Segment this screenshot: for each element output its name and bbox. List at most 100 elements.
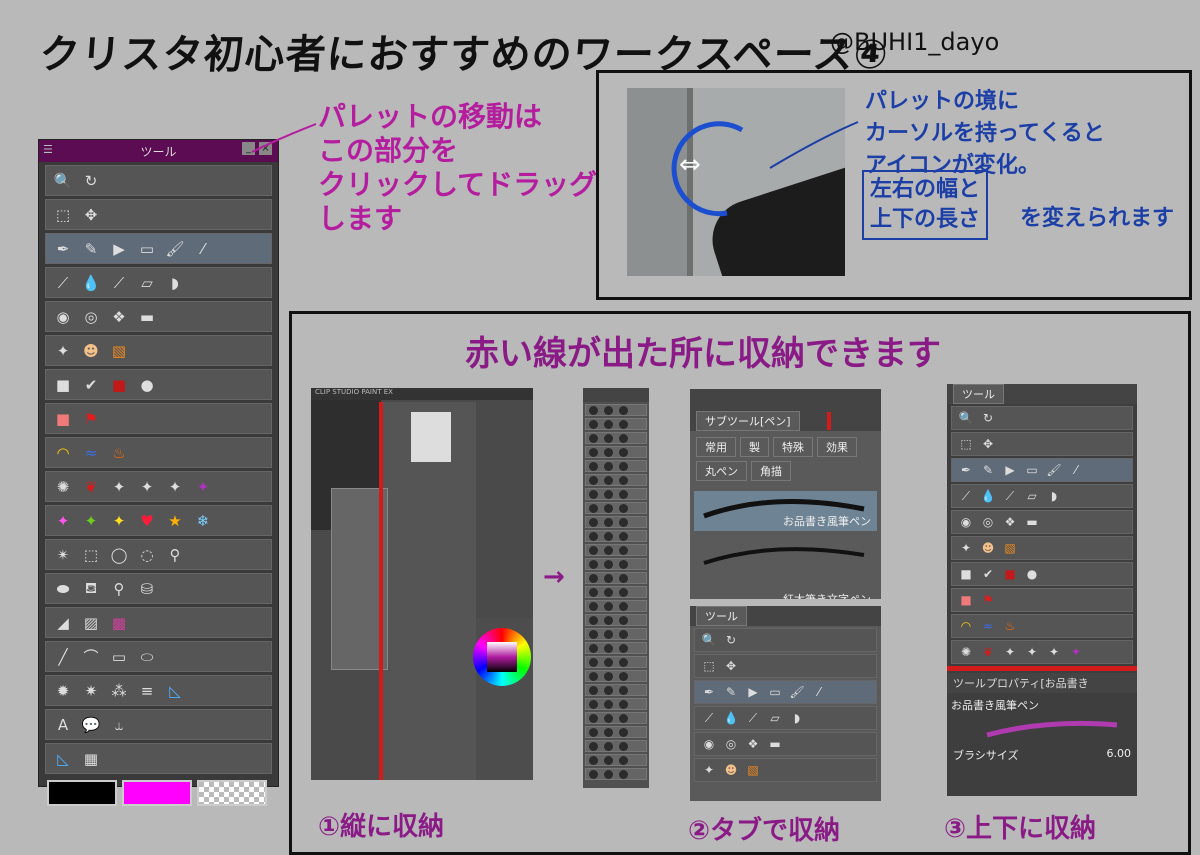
- dial-icon[interactable]: [619, 685, 628, 695]
- dial-icon[interactable]: [604, 447, 613, 457]
- dial-icon[interactable]: [589, 573, 598, 583]
- dial-icon[interactable]: [619, 447, 628, 457]
- fire-icon[interactable]: ♨: [1002, 618, 1018, 634]
- red-leaf-icon[interactable]: ❦: [980, 644, 996, 660]
- operation-icon[interactable]: ⬚: [958, 436, 974, 452]
- dial-icon[interactable]: [619, 517, 628, 527]
- rainbow-icon[interactable]: ◠: [52, 442, 74, 464]
- chip[interactable]: 効果: [817, 437, 857, 457]
- dial-icon[interactable]: [589, 447, 598, 457]
- dial-icon[interactable]: [619, 489, 628, 499]
- move-layer-icon[interactable]: ✥: [80, 204, 102, 226]
- fire-icon[interactable]: ♨: [108, 442, 130, 464]
- shapes-icon[interactable]: ❖: [108, 306, 130, 328]
- dial-icon[interactable]: [589, 517, 598, 527]
- drops-icon[interactable]: 💧: [980, 488, 996, 504]
- wave-icon[interactable]: ≈: [980, 618, 996, 634]
- gradient-curve-icon[interactable]: ◢: [52, 612, 74, 634]
- eye-icon[interactable]: ◉: [958, 514, 974, 530]
- strip-row[interactable]: [585, 502, 647, 514]
- chip[interactable]: 常用: [696, 437, 736, 457]
- dial-icon[interactable]: [619, 699, 628, 709]
- check-icon[interactable]: ✔: [80, 374, 102, 396]
- check-icon[interactable]: ✔: [980, 566, 996, 582]
- eraser-icon[interactable]: ▭: [767, 684, 783, 700]
- pattern-icon[interactable]: ▧: [1002, 540, 1018, 556]
- star-pink-icon[interactable]: ✦: [52, 510, 74, 532]
- line-icon[interactable]: ╱: [52, 646, 74, 668]
- star-grey-icon[interactable]: ✦: [136, 476, 158, 498]
- dial-icon[interactable]: [604, 727, 613, 737]
- strip-row[interactable]: [585, 684, 647, 696]
- face-icon[interactable]: ☻: [723, 762, 739, 778]
- dial-icon[interactable]: [604, 503, 613, 513]
- strip-row[interactable]: [585, 488, 647, 500]
- blend-icon[interactable]: ◗: [164, 272, 186, 294]
- airbrush-icon[interactable]: ⟋: [52, 272, 74, 294]
- dial-icon[interactable]: [619, 755, 628, 765]
- strip-row[interactable]: [585, 656, 647, 668]
- strip-row[interactable]: [585, 572, 647, 584]
- drops-icon[interactable]: 💧: [723, 710, 739, 726]
- wave-icon[interactable]: ≈: [80, 442, 102, 464]
- face-icon[interactable]: ☻: [80, 340, 102, 362]
- dial-icon[interactable]: [604, 755, 613, 765]
- rainbow-icon[interactable]: ◠: [958, 618, 974, 634]
- strip-row[interactable]: [585, 474, 647, 486]
- blob-icon[interactable]: ●: [1024, 566, 1040, 582]
- dial-icon[interactable]: [604, 615, 613, 625]
- star-white-icon[interactable]: ✦: [108, 476, 130, 498]
- dial-icon[interactable]: [619, 475, 628, 485]
- palette-titlebar[interactable]: ☰ ツール _ ×: [39, 140, 278, 162]
- sub-color-swatch[interactable]: [122, 780, 192, 806]
- dial-icon[interactable]: [589, 671, 598, 681]
- red-flag-icon[interactable]: ⚑: [80, 408, 102, 430]
- rotate-icon[interactable]: ↻: [723, 632, 739, 648]
- strip-row[interactable]: [585, 586, 647, 598]
- spiky-icon[interactable]: ✷: [80, 680, 102, 702]
- dial-icon[interactable]: [589, 489, 598, 499]
- dial-icon[interactable]: [604, 601, 613, 611]
- dial-icon[interactable]: [589, 461, 598, 471]
- speedline-icon[interactable]: ⁂: [108, 680, 130, 702]
- balloon-tail-icon[interactable]: ⥿: [108, 714, 130, 736]
- dial-icon[interactable]: [589, 713, 598, 723]
- dial-icon[interactable]: [604, 405, 613, 415]
- dial-icon[interactable]: [604, 769, 613, 779]
- dial-icon[interactable]: [619, 629, 628, 639]
- auto-select-icon[interactable]: ✴: [52, 544, 74, 566]
- strip-row[interactable]: [585, 432, 647, 444]
- dial-icon[interactable]: [589, 657, 598, 667]
- eraser2-icon[interactable]: ▱: [136, 272, 158, 294]
- move-layer-icon[interactable]: ✥: [980, 436, 996, 452]
- gradient-pink-icon[interactable]: ▩: [108, 612, 130, 634]
- star-black-icon[interactable]: ✦: [164, 476, 186, 498]
- strip-row[interactable]: [585, 460, 647, 472]
- eraser-icon[interactable]: ▭: [1024, 462, 1040, 478]
- dial-icon[interactable]: [589, 531, 598, 541]
- rotate-icon[interactable]: ↻: [80, 170, 102, 192]
- rectangle-icon[interactable]: ▭: [108, 646, 130, 668]
- lasso-icon[interactable]: ◯: [108, 544, 130, 566]
- rect-select-icon[interactable]: ⬚: [80, 544, 102, 566]
- dial-icon[interactable]: [604, 545, 613, 555]
- dial-icon[interactable]: [604, 741, 613, 751]
- eraser2-icon[interactable]: ▱: [767, 710, 783, 726]
- dial-icon[interactable]: [589, 601, 598, 611]
- marker-icon[interactable]: ▶: [745, 684, 761, 700]
- brush-size-row[interactable]: ブラシサイズ 6.00: [947, 745, 1137, 765]
- airbrush-icon[interactable]: ⟋: [701, 710, 717, 726]
- dial-icon[interactable]: [619, 601, 628, 611]
- dial-icon[interactable]: [589, 769, 598, 779]
- frame-icon[interactable]: ▦: [80, 748, 102, 770]
- strip-row[interactable]: [585, 642, 647, 654]
- dial-icon[interactable]: [589, 685, 598, 695]
- dial-icon[interactable]: [619, 503, 628, 513]
- dial-icon[interactable]: [604, 433, 613, 443]
- dial-icon[interactable]: [604, 531, 613, 541]
- sparkle-icon[interactable]: ✺: [52, 476, 74, 498]
- chip[interactable]: 丸ペン: [696, 461, 747, 481]
- strip-row[interactable]: [585, 530, 647, 542]
- heart-icon[interactable]: ♥: [136, 510, 158, 532]
- dial-icon[interactable]: [589, 741, 598, 751]
